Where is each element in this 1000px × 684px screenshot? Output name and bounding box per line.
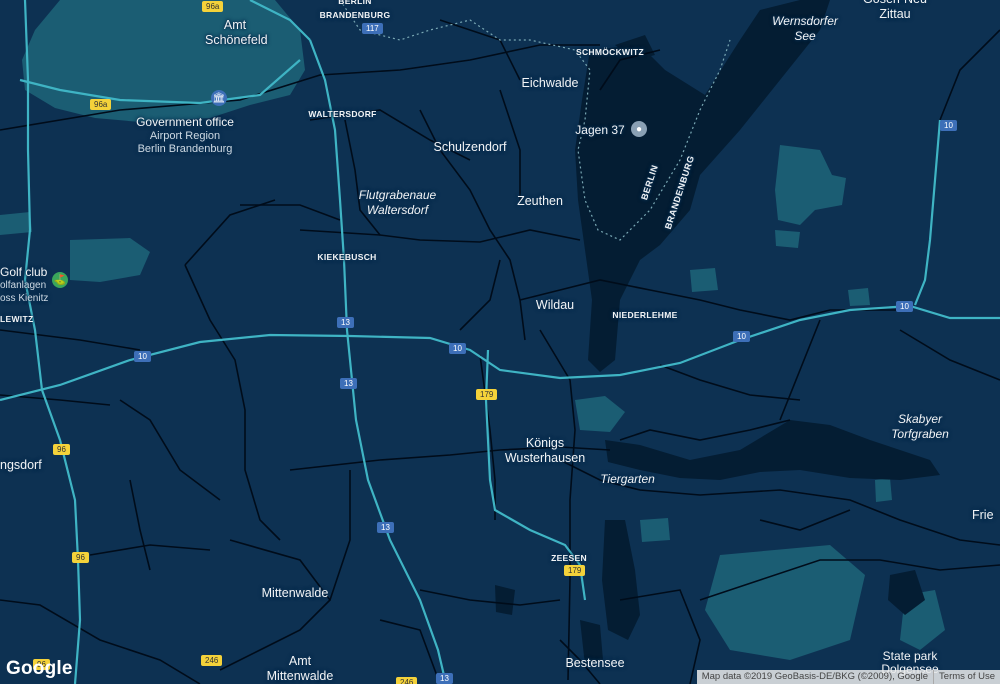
government-building-icon[interactable]: 🏛 xyxy=(211,90,227,106)
area-label-tiergarten[interactable]: Tiergarten xyxy=(590,472,665,487)
town-label-frie[interactable]: Frie xyxy=(972,508,1000,523)
route-shield-96a-top[interactable]: 96a xyxy=(202,1,224,12)
route-shield-a13-s[interactable]: 13 xyxy=(377,522,394,533)
town-label-amt-mittenwalde[interactable]: Amt Mittenwalde xyxy=(255,654,345,684)
route-shield-a13-mid[interactable]: 13 xyxy=(340,378,357,389)
town-label-eichwalde[interactable]: Eichwalde xyxy=(510,76,590,91)
route-shield-a13-bottom[interactable]: 13 xyxy=(436,673,453,684)
area-label-flutgrabenaue[interactable]: Flutgrabenaue Waltersdorf xyxy=(340,188,455,218)
town-label-zeuthen[interactable]: Zeuthen xyxy=(505,194,575,209)
town-label-koenigs-wusterhausen[interactable]: Königs Wusterhausen xyxy=(490,436,600,466)
route-shield-96a[interactable]: 96a xyxy=(90,99,112,110)
route-shield-a13-n[interactable]: 13 xyxy=(337,317,354,328)
town-label-amt-schoenefeld[interactable]: Amt Schönefeld xyxy=(205,18,268,48)
town-label-wildau[interactable]: Wildau xyxy=(525,298,585,313)
route-shield-a10-w[interactable]: 10 xyxy=(134,351,151,362)
town-label-gosen-neu-zittau[interactable]: Gosen-Neu Zittau xyxy=(855,0,935,22)
route-shield-246[interactable]: 246 xyxy=(201,655,223,666)
map-data-attribution: Map data ©2019 GeoBasis-DE/BKG (©2009), … xyxy=(701,671,929,682)
map-pin-icon[interactable]: ● xyxy=(631,121,647,137)
golf-icon[interactable]: ⛳ xyxy=(52,272,68,288)
town-label-mittenwalde[interactable]: Mittenwalde xyxy=(245,586,345,601)
google-logo[interactable]: Google xyxy=(6,658,73,680)
town-label-schulzendorf[interactable]: Schulzendorf xyxy=(420,140,520,155)
route-shield-a10-ne[interactable]: 10 xyxy=(940,120,957,131)
poi-label-government-office[interactable]: Government office xyxy=(120,116,250,129)
town-label-ngsdorf[interactable]: ngsdorf xyxy=(0,458,42,473)
attribution-bar: Map data ©2019 GeoBasis-DE/BKG (©2009), … xyxy=(696,670,1000,684)
route-shield-117[interactable]: 117 xyxy=(362,23,383,34)
place-label-lewitz[interactable]: LEWITZ xyxy=(0,312,36,327)
lake-label-wernsdorfer-see[interactable]: Wernsdorfer See xyxy=(760,14,850,44)
place-label-kiekebusch[interactable]: KIEKEBUSCH xyxy=(312,250,382,265)
place-label-niederlehme[interactable]: NIEDERLEHME xyxy=(605,308,685,323)
place-label-brandenburg[interactable]: BRANDENBURG xyxy=(310,8,400,23)
route-shield-179-s[interactable]: 179 xyxy=(564,565,586,576)
route-shield-a10-mid[interactable]: 10 xyxy=(733,331,750,342)
route-shield-a10-center[interactable]: 10 xyxy=(449,343,466,354)
place-label-berlin[interactable]: BERLIN xyxy=(335,0,375,9)
poi-label-golfanlagen[interactable]: olfanlagen oss Kienitz xyxy=(0,279,52,305)
place-label-schmoeckwitz[interactable]: SCHMÖCKWITZ xyxy=(570,45,650,60)
route-shield-96-s[interactable]: 96 xyxy=(72,552,89,563)
route-shield-a10-e[interactable]: 10 xyxy=(896,301,913,312)
area-label-skabyer-torfgraben[interactable]: Skabyer Torfgraben xyxy=(870,412,970,442)
place-label-waltersdorf[interactable]: WALTERSDORF xyxy=(305,107,380,122)
map-base-layer xyxy=(0,0,1000,684)
map-canvas[interactable]: Amt Schönefeld Eichwalde Schulzendorf Ze… xyxy=(0,0,1000,684)
route-shield-179-n[interactable]: 179 xyxy=(476,389,498,400)
poi-label-jagen-37[interactable]: Jagen 37 xyxy=(570,124,630,137)
poi-label-golf-club[interactable]: Golf club xyxy=(0,266,52,279)
route-shield-96-n[interactable]: 96 xyxy=(53,444,70,455)
park-areas xyxy=(0,0,945,660)
route-shield-246b[interactable]: 246 xyxy=(396,677,418,684)
poi-label-airport-region[interactable]: Airport Region Berlin Brandenburg xyxy=(120,130,250,156)
town-label-bestensee[interactable]: Bestensee xyxy=(555,656,635,671)
terms-of-use-link[interactable]: Terms of Use xyxy=(933,670,1000,684)
place-label-zeesen[interactable]: ZEESEN xyxy=(548,551,590,566)
